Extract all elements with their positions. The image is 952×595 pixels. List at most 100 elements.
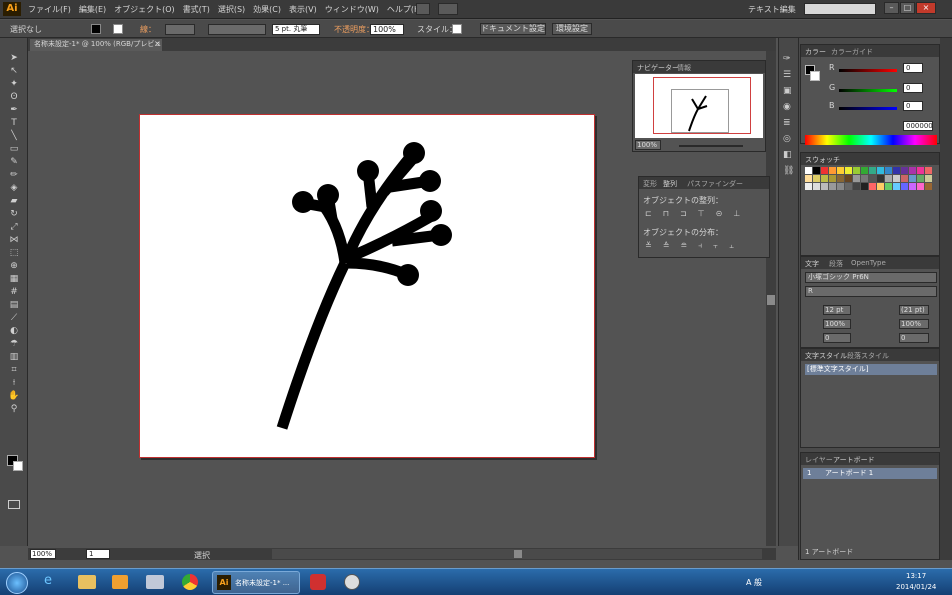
kerning-field[interactable]: 0 <box>823 333 851 343</box>
style-swatch[interactable] <box>452 24 462 34</box>
rotate-tool-icon[interactable]: ↻ <box>5 208 23 221</box>
arrange-documents-button[interactable] <box>438 3 458 15</box>
media-player-icon[interactable] <box>112 575 128 589</box>
lasso-tool-icon[interactable]: ʘ <box>5 91 23 104</box>
color-stroke-swatch[interactable] <box>810 71 820 81</box>
width-tool-icon[interactable]: ⋈ <box>5 234 23 247</box>
maximize-button[interactable]: □ <box>900 2 915 14</box>
swatch-item[interactable] <box>813 167 820 174</box>
gradient-tool-icon[interactable]: ▤ <box>5 299 23 312</box>
tab-layers[interactable]: レイヤー <box>805 455 833 465</box>
menu-view[interactable]: 表示(V) <box>289 4 317 15</box>
distribute-right-icon[interactable]: ⫠ <box>729 241 734 251</box>
swatch-item[interactable] <box>901 175 908 182</box>
leading-field[interactable]: (21 pt) <box>899 305 929 315</box>
swatch-item[interactable] <box>925 183 932 190</box>
pencil-tool-icon[interactable]: ✏ <box>5 169 23 182</box>
swatch-item[interactable] <box>805 175 812 182</box>
magic-wand-tool-icon[interactable]: ✦ <box>5 78 23 91</box>
tab-artboards[interactable]: アートボード <box>833 455 875 465</box>
vertical-scrollbar[interactable] <box>766 51 776 546</box>
rectangle-tool-icon[interactable]: ▭ <box>5 143 23 156</box>
taskbar-illustrator-button[interactable]: Ai 名称未設定-1* ... <box>212 571 300 594</box>
links-icon[interactable]: ⛓ <box>783 166 794 176</box>
clock-time[interactable]: 13:17 <box>906 572 926 580</box>
menu-select[interactable]: 選択(S) <box>218 4 245 15</box>
swatch-item[interactable] <box>885 183 892 190</box>
ime-indicator[interactable]: A 般 <box>746 577 762 588</box>
align-bottom-icon[interactable]: ⊥ <box>733 209 740 218</box>
align-top-icon[interactable]: ⊤ <box>698 209 705 218</box>
tab-paragraph[interactable]: 段落 <box>829 259 843 269</box>
b-slider[interactable] <box>839 107 897 110</box>
swatch-item[interactable] <box>909 183 916 190</box>
swatch-item[interactable] <box>853 175 860 182</box>
transparency-icon[interactable]: ◧ <box>783 150 794 160</box>
tab-close-icon[interactable]: × <box>154 39 161 48</box>
zoom-tool-icon[interactable]: ⚲ <box>5 403 23 416</box>
swatch-item[interactable] <box>829 167 836 174</box>
menu-edit[interactable]: 編集(E) <box>79 4 106 15</box>
horizontal-scrollbar[interactable] <box>272 549 762 559</box>
swatch-item[interactable] <box>821 167 828 174</box>
navigator-zoom-slider[interactable] <box>679 145 743 147</box>
menu-file[interactable]: ファイル(F) <box>28 4 71 15</box>
swatch-item[interactable] <box>861 167 868 174</box>
swatch-item[interactable] <box>917 183 924 190</box>
workspace-switcher[interactable]: テキスト編集 <box>748 4 796 15</box>
swatch-item[interactable] <box>893 183 900 190</box>
swatch-item[interactable] <box>869 183 876 190</box>
color-spectrum[interactable] <box>805 135 937 145</box>
swatch-item[interactable] <box>925 175 932 182</box>
app-icon[interactable] <box>146 575 164 589</box>
artboard-page-field[interactable]: 1 <box>86 549 110 559</box>
horizontal-scroll-thumb[interactable] <box>514 550 522 558</box>
tab-align[interactable]: 整列 <box>663 179 677 189</box>
navigator-preview[interactable] <box>635 74 763 138</box>
hex-field[interactable]: 000000 <box>903 121 933 131</box>
swatch-item[interactable] <box>805 183 812 190</box>
tree-artwork[interactable] <box>140 115 594 457</box>
tracking-field[interactable]: 0 <box>899 333 929 343</box>
graphic-styles-icon[interactable]: ▣ <box>783 86 794 96</box>
b-field[interactable]: 0 <box>903 101 923 111</box>
document-tab[interactable]: 名称未設定-1* @ 100% (RGB/プレビュー) <box>30 39 162 51</box>
vertical-scroll-thumb[interactable] <box>767 295 775 305</box>
swatch-item[interactable] <box>901 167 908 174</box>
tab-pathfinder[interactable]: パスファインダー <box>687 179 743 189</box>
opacity-field[interactable]: 100% <box>370 24 404 35</box>
swatch-item[interactable] <box>885 167 892 174</box>
font-size-field[interactable]: 12 pt <box>823 305 851 315</box>
tab-opentype[interactable]: OpenType <box>851 259 886 267</box>
r-slider[interactable] <box>839 69 897 72</box>
tab-swatches[interactable]: スウォッチ <box>805 155 840 165</box>
symbol-sprayer-tool-icon[interactable]: ☂ <box>5 338 23 351</box>
column-graph-tool-icon[interactable]: ▥ <box>5 351 23 364</box>
document-setup-button[interactable]: ドキュメント設定 <box>480 23 546 35</box>
swatch-item[interactable] <box>861 183 868 190</box>
swatch-item[interactable] <box>877 167 884 174</box>
type-tool-icon[interactable]: T <box>5 117 23 130</box>
stroke-icon[interactable]: ◎ <box>783 134 794 144</box>
stroke-swatch[interactable] <box>113 24 123 34</box>
swatch-item[interactable] <box>861 175 868 182</box>
swatch-item[interactable] <box>909 167 916 174</box>
direct-selection-tool-icon[interactable]: ↖ <box>5 65 23 78</box>
distribute-left-icon[interactable]: ⫞ <box>698 241 702 251</box>
g-field[interactable]: 0 <box>903 83 923 93</box>
bridge-button[interactable] <box>416 3 430 15</box>
swatch-item[interactable] <box>845 183 852 190</box>
tab-color[interactable]: カラー <box>805 47 826 57</box>
swatch-item[interactable] <box>837 183 844 190</box>
swatch-grid[interactable] <box>805 167 935 247</box>
selection-tool-icon[interactable]: ➤ <box>5 52 23 65</box>
swatch-item[interactable] <box>917 167 924 174</box>
swatch-item[interactable] <box>901 183 908 190</box>
swatch-item[interactable] <box>837 175 844 182</box>
line-tool-icon[interactable]: ╲ <box>5 130 23 143</box>
blob-brush-tool-icon[interactable]: ◈ <box>5 182 23 195</box>
menu-effect[interactable]: 効果(C) <box>253 4 281 15</box>
navigator-zoom-field[interactable]: 100% <box>635 140 661 150</box>
tab-character-styles[interactable]: 文字スタイル <box>805 351 847 361</box>
align-hcenter-icon[interactable]: ⊓ <box>663 209 669 218</box>
